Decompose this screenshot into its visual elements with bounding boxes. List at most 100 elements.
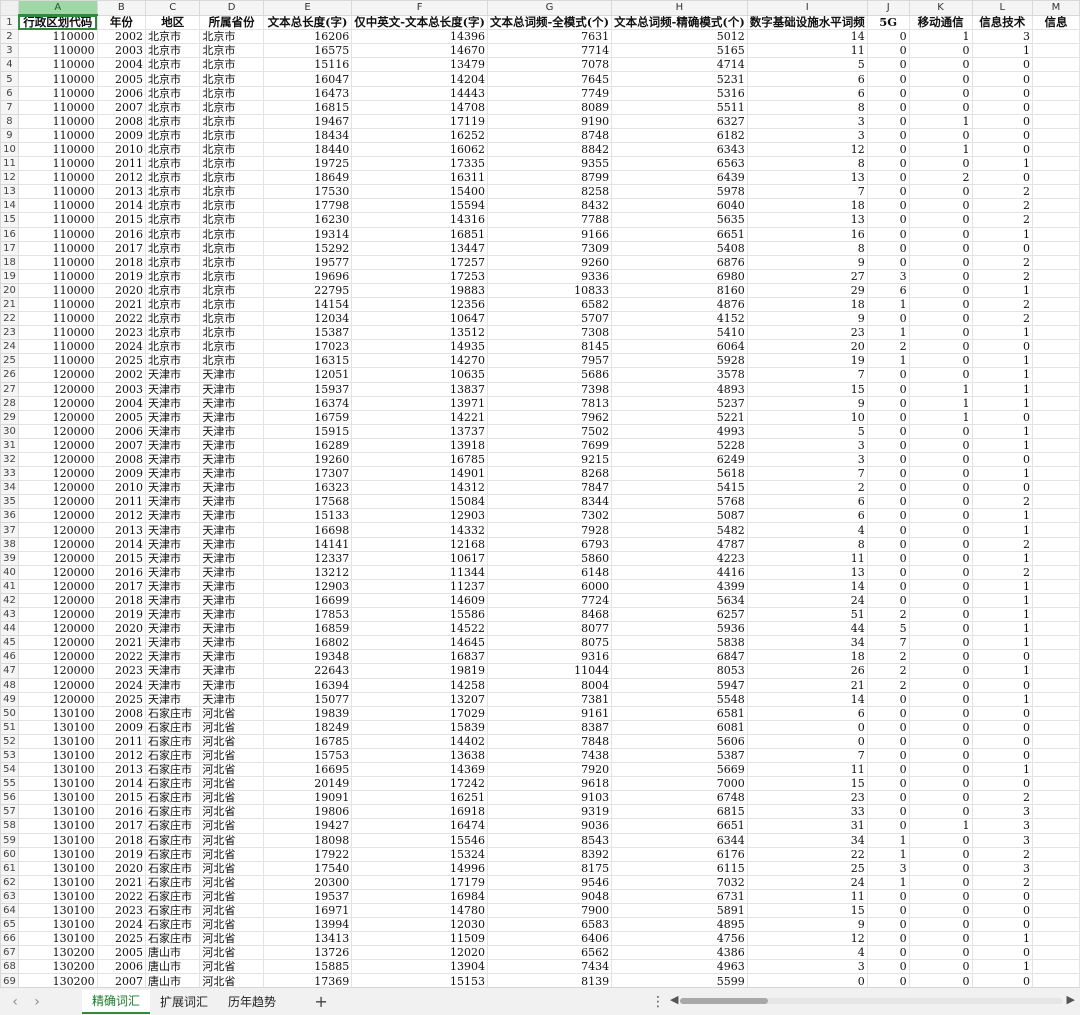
cell[interactable]: 0: [908, 85, 973, 101]
column-header-I[interactable]: I: [746, 0, 868, 16]
cell[interactable]: 16984: [351, 888, 488, 905]
cell[interactable]: 1: [908, 395, 973, 411]
cell[interactable]: 石家庄市: [145, 733, 201, 749]
cell[interactable]: 4386: [611, 945, 748, 961]
cell[interactable]: 0: [971, 451, 1033, 468]
cell[interactable]: 0: [866, 762, 910, 778]
cell[interactable]: [1031, 325, 1080, 341]
cell[interactable]: 17369: [262, 973, 353, 987]
cell[interactable]: 6563: [611, 156, 748, 172]
cell[interactable]: 7078: [486, 57, 613, 73]
cell[interactable]: 18649: [262, 170, 353, 186]
cell[interactable]: 15387: [262, 325, 353, 341]
cell[interactable]: 16859: [262, 621, 353, 637]
cell[interactable]: 0: [908, 917, 973, 933]
cell[interactable]: 14369: [351, 762, 488, 778]
cell[interactable]: 17530: [262, 184, 353, 200]
cell[interactable]: 2024: [96, 339, 147, 355]
cell[interactable]: 河北省: [199, 733, 264, 749]
cell[interactable]: 15753: [262, 747, 353, 764]
cell[interactable]: 16802: [262, 635, 353, 651]
cell[interactable]: 26: [746, 663, 868, 679]
cell[interactable]: 6583: [486, 917, 613, 933]
cell[interactable]: 12034: [262, 311, 353, 327]
cell[interactable]: 17257: [351, 254, 488, 270]
cell[interactable]: 17029: [351, 705, 488, 721]
cell[interactable]: 19260: [262, 451, 353, 468]
cell[interactable]: 1: [971, 282, 1033, 298]
row-number[interactable]: 16: [0, 226, 19, 242]
cell[interactable]: 16698: [262, 522, 353, 538]
cell[interactable]: 11: [746, 550, 868, 566]
cell[interactable]: 1: [971, 762, 1033, 778]
cell[interactable]: 130100: [17, 747, 98, 764]
cell[interactable]: 1: [971, 578, 1033, 594]
cell[interactable]: 9: [746, 311, 868, 327]
cell[interactable]: 0: [908, 691, 973, 707]
cell[interactable]: 0: [866, 818, 910, 834]
cell[interactable]: 0: [746, 973, 868, 987]
cell[interactable]: 22643: [262, 663, 353, 679]
cell[interactable]: 2015: [96, 790, 147, 806]
row-number[interactable]: 37: [0, 522, 19, 538]
header-cell[interactable]: 文本总词频-精确模式(个): [611, 14, 748, 31]
cell[interactable]: 10833: [486, 282, 613, 298]
cell[interactable]: 18: [746, 296, 868, 313]
cell[interactable]: 16785: [351, 451, 488, 468]
cell[interactable]: 2023: [96, 325, 147, 341]
cell[interactable]: 5410: [611, 325, 748, 341]
cell[interactable]: 0: [908, 311, 973, 327]
cell[interactable]: 4876: [611, 296, 748, 313]
cell[interactable]: 2006: [96, 423, 147, 439]
cell[interactable]: [1031, 945, 1080, 961]
cell[interactable]: 19839: [262, 705, 353, 721]
cell[interactable]: 16918: [351, 804, 488, 820]
cell[interactable]: 北京市: [145, 339, 201, 355]
cell[interactable]: 0: [971, 113, 1033, 129]
cell[interactable]: 0: [866, 536, 910, 552]
cell[interactable]: 天津市: [145, 451, 201, 468]
cell[interactable]: 2012: [96, 747, 147, 764]
cell[interactable]: 北京市: [145, 325, 201, 341]
cell[interactable]: 2016: [96, 804, 147, 820]
horizontal-scrollbar[interactable]: ◀ ▶: [670, 993, 1075, 1007]
cell[interactable]: 21: [746, 677, 868, 693]
cell[interactable]: 北京市: [199, 325, 264, 341]
cell[interactable]: 天津市: [199, 451, 264, 468]
cell[interactable]: 7: [746, 184, 868, 200]
cell[interactable]: 2004: [96, 395, 147, 411]
header-cell[interactable]: 所属省份: [199, 14, 264, 31]
cell[interactable]: 18: [746, 649, 868, 665]
cell[interactable]: 0: [866, 888, 910, 905]
cell[interactable]: [1031, 254, 1080, 270]
cell[interactable]: 110000: [17, 43, 98, 59]
cell[interactable]: 5: [746, 57, 868, 73]
cell[interactable]: 1: [866, 325, 910, 341]
cell[interactable]: 0: [971, 85, 1033, 101]
cell[interactable]: 2008: [96, 705, 147, 721]
cell[interactable]: 0: [908, 846, 973, 862]
column-header-J[interactable]: J: [866, 0, 910, 16]
cell[interactable]: 2005: [96, 71, 147, 87]
cell[interactable]: 北京市: [199, 282, 264, 298]
cell[interactable]: 120000: [17, 451, 98, 468]
cell[interactable]: 2: [866, 607, 910, 623]
cell[interactable]: 16575: [262, 43, 353, 59]
cell[interactable]: 0: [971, 127, 1033, 143]
cell[interactable]: 6793: [486, 536, 613, 552]
row-number[interactable]: 69: [0, 973, 19, 987]
cell[interactable]: 5228: [611, 437, 748, 454]
row-number[interactable]: 68: [0, 959, 19, 975]
cell[interactable]: 14204: [351, 71, 488, 87]
cell[interactable]: 19537: [262, 888, 353, 905]
row-number[interactable]: 9: [0, 127, 19, 143]
cell[interactable]: 北京市: [199, 339, 264, 355]
cell[interactable]: 16971: [262, 902, 353, 919]
cell[interactable]: 9546: [486, 874, 613, 890]
cell[interactable]: 1: [971, 522, 1033, 538]
cell[interactable]: 0: [908, 508, 973, 524]
cell[interactable]: 4416: [611, 564, 748, 580]
row-number[interactable]: 15: [0, 212, 19, 228]
row-number[interactable]: 20: [0, 282, 19, 298]
cell[interactable]: 19467: [262, 113, 353, 129]
